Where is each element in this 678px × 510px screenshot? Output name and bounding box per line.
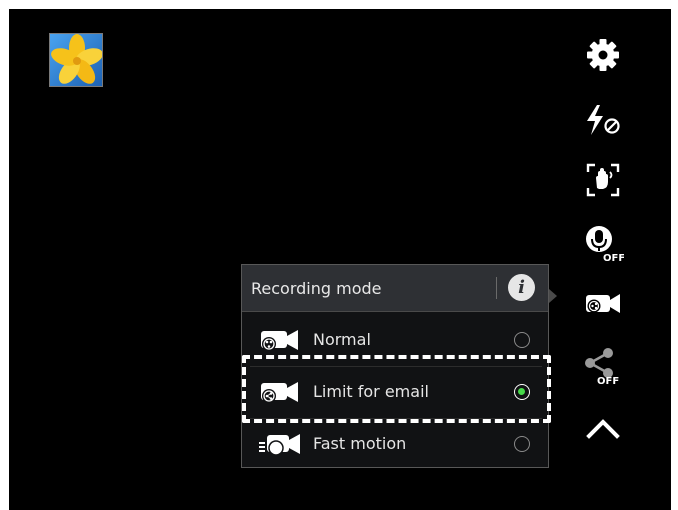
panel-header: Recording mode i xyxy=(242,265,548,312)
panel-pointer-arrow xyxy=(549,289,557,303)
option-normal-label: Normal xyxy=(313,330,371,349)
option-fast-motion[interactable]: Fast motion xyxy=(242,418,548,470)
option-limit-for-email-label: Limit for email xyxy=(313,382,429,401)
settings-gear-icon[interactable] xyxy=(582,34,624,76)
flower-thumbnail-image xyxy=(50,34,102,86)
svg-text:OFF: OFF xyxy=(597,376,619,385)
option-normal[interactable]: Normal xyxy=(242,314,548,366)
option-normal-radio[interactable] xyxy=(514,332,530,348)
gallery-thumbnail[interactable] xyxy=(49,33,103,87)
option-fast-motion-radio[interactable] xyxy=(514,436,530,452)
option-limit-for-email[interactable]: Limit for email xyxy=(242,366,548,418)
recording-mode-panel: Recording mode i Normal Limit for email … xyxy=(241,264,549,468)
flash-off-icon[interactable] xyxy=(582,99,624,141)
collapse-chevron-up-icon[interactable] xyxy=(582,407,624,449)
option-fast-motion-label: Fast motion xyxy=(313,434,407,453)
option-limit-for-email-radio[interactable] xyxy=(514,384,530,400)
camcorder-normal-icon xyxy=(261,330,298,351)
share-off-icon[interactable]: OFF xyxy=(582,344,624,386)
svg-text:OFF: OFF xyxy=(603,253,624,262)
gesture-icon[interactable] xyxy=(582,159,624,201)
recording-mode-icon[interactable] xyxy=(582,282,624,324)
camcorder-fast-icon xyxy=(259,434,300,456)
info-icon[interactable]: i xyxy=(508,274,535,301)
camcorder-share-icon xyxy=(261,382,298,403)
voice-control-off-icon[interactable]: OFF xyxy=(582,221,624,263)
header-divider xyxy=(496,277,497,299)
panel-title: Recording mode xyxy=(251,279,382,298)
